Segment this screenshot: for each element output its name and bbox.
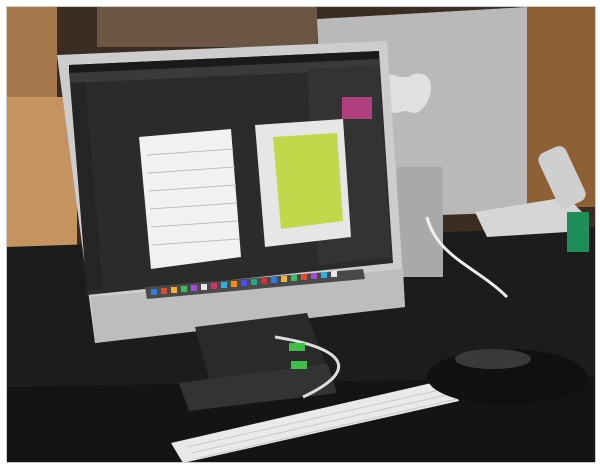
green-cable-clip-2 — [291, 361, 307, 369]
back-imac-stand — [397, 167, 443, 277]
window-light — [97, 7, 317, 47]
yellow-green-square — [273, 133, 343, 229]
green-device — [567, 212, 589, 252]
green-cable-clip — [289, 343, 305, 351]
photo-scene — [6, 6, 596, 463]
mouse — [455, 349, 531, 369]
color-swatch-gradient — [342, 97, 372, 119]
